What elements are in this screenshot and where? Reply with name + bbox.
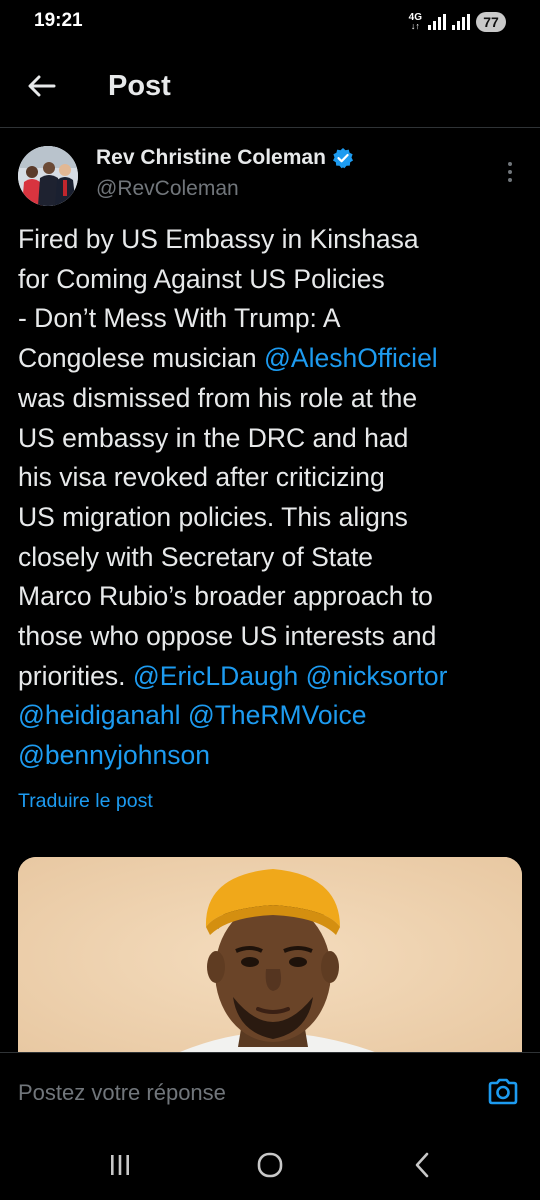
status-indicators: 4G ↓↑ 77 (409, 12, 506, 32)
author-handle[interactable]: @RevColeman (96, 177, 239, 201)
translate-post-link[interactable]: Traduire le post (18, 790, 153, 813)
post-text-line: was dismissed from his role at the (18, 379, 522, 419)
signal-strength-icon (428, 14, 446, 30)
system-nav-bar (0, 1130, 540, 1200)
post-text-line: US migration policies. This aligns (18, 498, 522, 538)
post-text-segment: - Don’t Mess With Trump: A (18, 303, 341, 334)
reply-input[interactable] (18, 1077, 438, 1109)
post-text-line: those who oppose US interests and (18, 617, 522, 657)
post-text-line: closely with Secretary of State (18, 538, 522, 578)
arrow-left-icon (28, 75, 56, 97)
author-name[interactable]: Rev Christine Coleman (96, 146, 326, 170)
post-text-segment: Marco Rubio’s broader approach to (18, 581, 433, 612)
back-nav-button[interactable] (402, 1148, 442, 1182)
avatar-image (18, 146, 78, 206)
mention-link[interactable]: @AleshOfficiel (264, 343, 438, 373)
post-text-line: Congolese musician @AleshOfficiel (18, 339, 522, 379)
signal-strength-icon-2 (452, 14, 470, 30)
post-text-segment: for Coming Against US Policies (18, 263, 385, 294)
mention-link[interactable]: @EricLDaugh (133, 661, 298, 691)
post-text-line: Marco Rubio’s broader approach to (18, 577, 522, 617)
more-options-button[interactable] (496, 156, 524, 188)
post-text-line: for Coming Against US Policies (18, 260, 522, 300)
post-text-line: Fired by US Embassy in Kinshasa (18, 220, 522, 260)
post-image[interactable] (18, 857, 522, 1057)
post-photo (18, 857, 522, 1057)
mention-link[interactable]: @heidiganahl (18, 700, 180, 730)
post-text-line: priorities. @EricLDaugh @nicksortor (18, 657, 522, 697)
more-dot-icon (508, 162, 512, 166)
mention-link[interactable]: @nicksortor (306, 661, 448, 691)
post-text-segment (298, 661, 305, 691)
post-text-segment: priorities. (18, 660, 133, 691)
camera-icon (488, 1078, 518, 1105)
verified-badge-icon (332, 148, 353, 169)
mention-link[interactable]: @TheRMVoice (188, 700, 367, 730)
post-text-segment: closely with Secretary of State (18, 541, 373, 572)
mention-link[interactable]: @bennyjohnson (18, 740, 210, 770)
post-text-segment (180, 700, 187, 730)
home-button[interactable] (250, 1148, 290, 1182)
camera-button[interactable] (486, 1075, 520, 1109)
recent-apps-button[interactable] (100, 1148, 140, 1182)
reply-bar (0, 1052, 540, 1130)
network-type-icon: 4G ↓↑ (408, 12, 422, 31)
post-header: Post (0, 44, 540, 128)
post-text-segment: was dismissed from his role at the (18, 382, 418, 413)
battery-level: 77 (483, 14, 499, 30)
post-text-segment: US embassy in the DRC and had (18, 422, 409, 453)
post-text-line: his visa revoked after criticizing (18, 458, 522, 498)
recent-apps-icon (111, 1155, 129, 1175)
author-name-row[interactable]: Rev Christine Coleman (96, 146, 354, 170)
avatar[interactable] (18, 146, 78, 206)
chevron-left-icon (415, 1152, 429, 1178)
post-text-segment: those who oppose US interests and (18, 621, 437, 652)
post-text: Fired by US Embassy in Kinshasa for Comin… (18, 220, 522, 776)
post-text-segment: Fired by US Embassy in Kinshasa (18, 224, 419, 254)
status-bar: 19:21 4G ↓↑ 77 (0, 0, 540, 44)
post-text-line: - Don’t Mess With Trump: A (18, 299, 522, 339)
more-dot-icon (508, 178, 512, 182)
post-text-line: US embassy in the DRC and had (18, 419, 522, 459)
home-icon (257, 1152, 283, 1178)
post-text-line: @heidiganahl @TheRMVoice (18, 696, 522, 736)
post-text-segment: Congolese musician (18, 343, 264, 374)
post-text-segment: US migration policies. This aligns (18, 501, 408, 532)
post-text-line: @bennyjohnson (18, 736, 522, 776)
status-time: 19:21 (34, 10, 83, 31)
post-text-segment: his visa revoked after criticizing (18, 462, 385, 493)
back-button[interactable] (22, 66, 62, 106)
battery-icon: 77 (476, 12, 506, 32)
page-title: Post (108, 70, 171, 102)
more-dot-icon (508, 170, 512, 174)
